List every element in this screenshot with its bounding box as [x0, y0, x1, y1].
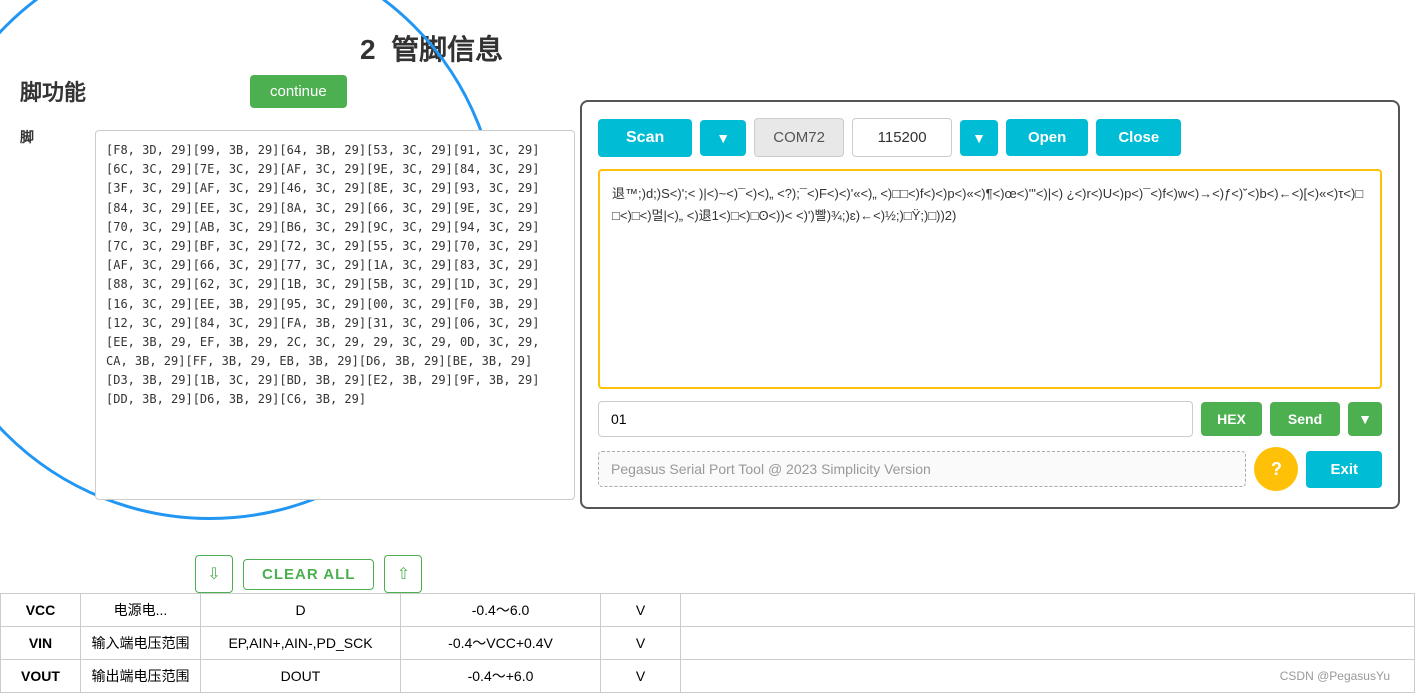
table-cell-name: VOUT [1, 660, 81, 693]
pin-table: VCC 电源电... D -0.4～6.0 V VIN 输入端电压范围 EP,A… [0, 593, 1415, 693]
sidebar-label: 脚功能 脚 [20, 75, 86, 147]
table-cell-func: 输入端电压范围 [81, 627, 201, 660]
table-cell-name: VIN [1, 627, 81, 660]
serial-status-text: Pegasus Serial Port Tool @ 2023 Simplici… [598, 451, 1246, 487]
hex-data-content: [F8, 3D, 29][99, 3B, 29][64, 3B, 29][53,… [106, 141, 564, 410]
table-cell-pin: D [201, 594, 401, 627]
scan-button[interactable]: Scan [598, 119, 692, 157]
serial-status-row: Pegasus Serial Port Tool @ 2023 Simplici… [598, 447, 1382, 491]
table-cell-range: -0.4～6.0 [401, 594, 601, 627]
send-button[interactable]: Send [1270, 402, 1340, 436]
table-cell-name: VCC [1, 594, 81, 627]
scroll-up-icon: ⇧ [397, 564, 410, 584]
table-cell-range: -0.4～+6.0 [401, 660, 601, 693]
chevron-down-icon: ▼ [716, 130, 730, 146]
port-display: COM72 [754, 118, 844, 157]
table-row: VOUT 输出端电压范围 DOUT -0.4～+6.0 V [1, 660, 1415, 693]
clear-all-button[interactable]: CLEAR ALL [243, 559, 374, 590]
close-button[interactable]: Close [1096, 119, 1181, 156]
continue-button[interactable]: continue [250, 75, 347, 108]
baud-display: 115200 [852, 118, 952, 157]
question-mark-icon: ? [1271, 459, 1282, 480]
scroll-down-button[interactable]: ⇩ [195, 555, 233, 593]
hex-button[interactable]: HEX [1201, 402, 1262, 436]
port-dropdown-button[interactable]: ▼ [700, 120, 746, 156]
continue-area: continue [250, 75, 347, 108]
clearall-area: ⇩ CLEAR ALL ⇧ [195, 555, 422, 593]
table-cell-func: 电源电... [81, 594, 201, 627]
baud-chevron-down-icon: ▼ [972, 130, 986, 146]
bottom-table: VCC 电源电... D -0.4～6.0 V VIN 输入端电压范围 EP,A… [0, 593, 1415, 693]
csdn-watermark: CSDN @PegasusYu [1280, 669, 1390, 683]
scroll-down-icon: ⇩ [207, 564, 220, 584]
table-row: VIN 输入端电压范围 EP,AIN+,AIN-,PD_SCK -0.4～VCC… [1, 627, 1415, 660]
hex-data-panel: [F8, 3D, 29][99, 3B, 29][64, 3B, 29][53,… [95, 130, 575, 500]
help-button[interactable]: ? [1254, 447, 1298, 491]
serial-toolbar: Scan ▼ COM72 115200 ▼ Open Close [598, 118, 1382, 157]
serial-output: 退™;)d;)S<)';< )|<)~<)¯<)<)„ <?);¯<)F<)<)… [598, 169, 1382, 389]
table-cell-pin: DOUT [201, 660, 401, 693]
send-dropdown-button[interactable]: ▼ [1348, 402, 1382, 436]
baud-dropdown-button[interactable]: ▼ [960, 120, 998, 156]
page-title: 2 管脚信息 [360, 28, 503, 68]
table-cell-range: -0.4～VCC+0.4V [401, 627, 601, 660]
send-chevron-down-icon: ▼ [1358, 411, 1372, 427]
open-button[interactable]: Open [1006, 119, 1088, 156]
exit-button[interactable]: Exit [1306, 451, 1382, 488]
scroll-up-button[interactable]: ⇧ [384, 555, 422, 593]
table-cell-unit: V [601, 660, 681, 693]
table-row: VCC 电源电... D -0.4～6.0 V [1, 594, 1415, 627]
table-cell-pin: EP,AIN+,AIN-,PD_SCK [201, 627, 401, 660]
table-cell-unit: V [601, 594, 681, 627]
serial-input-row: HEX Send ▼ [598, 401, 1382, 437]
serial-input-field[interactable] [598, 401, 1193, 437]
serial-panel: Scan ▼ COM72 115200 ▼ Open Close 退™;)d;)… [580, 100, 1400, 509]
table-cell-unit: V [601, 627, 681, 660]
table-cell-func: 输出端电压范围 [81, 660, 201, 693]
